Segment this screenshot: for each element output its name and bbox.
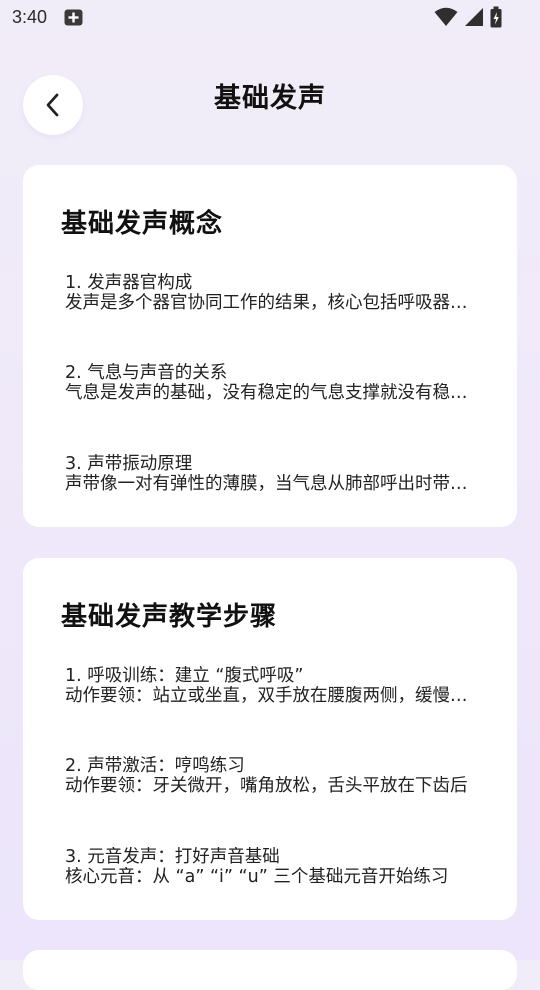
list-item[interactable]: 2. 气息与声音的关系 气息是发声的基础，没有稳定的气息支撑就没有稳定的声音 bbox=[65, 363, 475, 403]
status-icons bbox=[434, 6, 502, 28]
item-desc: 动作要领：站立或坐直，双手放在腰腹两侧，缓慢吸气 bbox=[65, 686, 475, 706]
next-card bbox=[23, 950, 517, 990]
item-title: 2. 气息与声音的关系 bbox=[65, 363, 228, 383]
steps-card: 基础发声教学步骤 1. 呼吸训练：建立 “腹式呼吸” 动作要领：站立或坐直，双手… bbox=[23, 558, 517, 920]
status-time: 3:40 bbox=[12, 7, 48, 27]
concept-card: 基础发声概念 1. 发声器官构成 发声是多个器官协同工作的结果，核心包括呼吸器官… bbox=[23, 165, 517, 527]
notification-icon bbox=[64, 9, 83, 26]
card-title: 基础发声概念 bbox=[61, 209, 224, 239]
item-title: 1. 呼吸训练：建立 “腹式呼吸” bbox=[65, 666, 304, 686]
list-item[interactable]: 3. 元音发声：打好声音基础 核心元音：从 “a” “i” “u” 三个基础元音… bbox=[65, 847, 475, 887]
card-title: 基础发声教学步骤 bbox=[61, 602, 278, 632]
list-item[interactable]: 3. 声带振动原理 声带像一对有弹性的薄膜，当气息从肺部呼出时带动声带振动 bbox=[65, 454, 475, 494]
item-title: 3. 声带振动原理 bbox=[65, 454, 193, 474]
item-title: 1. 发声器官构成 bbox=[65, 273, 193, 293]
battery-icon bbox=[490, 6, 502, 28]
header: 基础发声 bbox=[0, 70, 540, 140]
wifi-icon bbox=[434, 7, 458, 26]
signal-icon bbox=[465, 8, 483, 26]
item-desc: 气息是发声的基础，没有稳定的气息支撑就没有稳定的声音 bbox=[65, 383, 475, 403]
item-title: 2. 声带激活：哼鸣练习 bbox=[65, 756, 245, 776]
item-desc: 声带像一对有弹性的薄膜，当气息从肺部呼出时带动声带振动 bbox=[65, 474, 475, 494]
page-title: 基础发声 bbox=[214, 83, 326, 114]
item-desc: 核心元音：从 “a” “i” “u” 三个基础元音开始练习 bbox=[65, 867, 449, 887]
item-desc: 发声是多个器官协同工作的结果，核心包括呼吸器官、发声器官和共鸣器官 bbox=[65, 293, 475, 313]
item-desc: 动作要领：牙关微开，嘴角放松，舌头平放在下齿后 bbox=[65, 776, 468, 796]
list-item[interactable]: 2. 声带激活：哼鸣练习 动作要领：牙关微开，嘴角放松，舌头平放在下齿后 bbox=[65, 756, 475, 796]
item-title: 3. 元音发声：打好声音基础 bbox=[65, 847, 280, 867]
status-bar: 3:40 bbox=[0, 0, 540, 36]
list-item[interactable]: 1. 发声器官构成 发声是多个器官协同工作的结果，核心包括呼吸器官、发声器官和共… bbox=[65, 273, 475, 313]
list-item[interactable]: 1. 呼吸训练：建立 “腹式呼吸” 动作要领：站立或坐直，双手放在腰腹两侧，缓慢… bbox=[65, 666, 475, 706]
